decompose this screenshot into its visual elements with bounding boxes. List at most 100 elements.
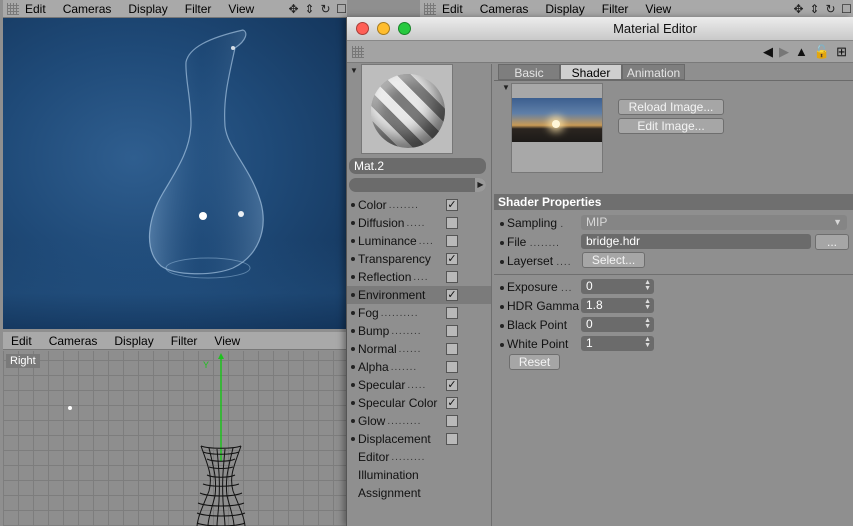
- channel-displacement[interactable]: Displacement: [347, 430, 491, 448]
- channel-luminance[interactable]: Luminance....: [347, 232, 491, 250]
- browse-button[interactable]: ...: [815, 234, 849, 250]
- tab-animation[interactable]: Animation: [622, 64, 685, 80]
- grip-icon[interactable]: [352, 46, 364, 58]
- channel-fog[interactable]: Fog..........: [347, 304, 491, 322]
- channel-glow[interactable]: Glow.........: [347, 412, 491, 430]
- channel-editor[interactable]: Editor.........: [347, 448, 491, 466]
- channel-checkbox[interactable]: ✓: [446, 379, 458, 391]
- channel-checkbox[interactable]: [446, 433, 458, 445]
- black-point-field[interactable]: 0 ▲ ▼: [581, 317, 654, 332]
- channel-environment[interactable]: Environment ✓: [347, 286, 491, 304]
- zoom-icon[interactable]: ⇕: [303, 2, 316, 16]
- channel-checkbox[interactable]: [446, 361, 458, 373]
- channel-label: Environment: [358, 288, 426, 302]
- menu-edit[interactable]: Edit: [11, 334, 32, 348]
- edit-image-button[interactable]: Edit Image...: [618, 118, 724, 134]
- channel-transparency[interactable]: Transparency ✓: [347, 250, 491, 268]
- forward-arrow-icon[interactable]: ▶: [779, 44, 789, 60]
- hdr-gamma-field[interactable]: 1.8 ▲ ▼: [581, 298, 654, 313]
- channel-illumination[interactable]: Illumination: [347, 466, 491, 484]
- channel-label: Displacement: [358, 432, 431, 446]
- channel-bump[interactable]: Bump........: [347, 322, 491, 340]
- material-preview[interactable]: [361, 64, 453, 154]
- material-scrollbar[interactable]: ▶: [349, 178, 486, 192]
- channel-checkbox[interactable]: [446, 271, 458, 283]
- menu-cameras[interactable]: Cameras: [480, 2, 529, 16]
- maximize-icon[interactable]: ☐: [335, 2, 348, 16]
- scroll-right-icon[interactable]: ▶: [475, 178, 486, 192]
- channel-checkbox[interactable]: ✓: [446, 397, 458, 409]
- channel-checkbox[interactable]: [446, 415, 458, 427]
- grip-icon[interactable]: [7, 2, 19, 15]
- channel-color[interactable]: Color........ ✓: [347, 196, 491, 214]
- menu-view[interactable]: View: [228, 2, 254, 16]
- hdr-image-thumbnail[interactable]: [511, 83, 603, 173]
- menu-view[interactable]: View: [214, 334, 240, 348]
- white-point-label: White Point: [507, 337, 569, 351]
- reload-image-button[interactable]: Reload Image...: [618, 99, 724, 115]
- channel-checkbox[interactable]: [446, 325, 458, 337]
- channel-checkbox[interactable]: ✓: [446, 199, 458, 211]
- menu-display[interactable]: Display: [114, 334, 153, 348]
- right-viewport[interactable]: Right Y: [3, 351, 347, 526]
- move-icon[interactable]: ✥: [287, 2, 300, 16]
- menu-cameras[interactable]: Cameras: [49, 334, 98, 348]
- exposure-label: Exposure: [507, 280, 558, 294]
- select-button[interactable]: Select...: [582, 252, 645, 268]
- reset-button[interactable]: Reset: [509, 354, 560, 370]
- bullet-icon: [500, 305, 504, 309]
- material-name-field[interactable]: Mat.2: [349, 158, 486, 174]
- menu-view[interactable]: View: [645, 2, 671, 16]
- tab-basic[interactable]: Basic: [498, 64, 560, 80]
- menu-display[interactable]: Display: [545, 2, 584, 16]
- rotate-icon[interactable]: ↻: [824, 2, 837, 16]
- channel-checkbox[interactable]: [446, 343, 458, 355]
- black-point-value: 0: [586, 317, 593, 331]
- menu-filter[interactable]: Filter: [185, 2, 212, 16]
- tab-shader[interactable]: Shader: [560, 64, 622, 80]
- channel-checkbox[interactable]: [446, 217, 458, 229]
- tab-bar: Basic Shader Animation: [498, 64, 685, 80]
- perspective-view-icons: ✥ ⇕ ↻ ☐: [287, 0, 348, 18]
- channel-alpha[interactable]: Alpha.......: [347, 358, 491, 376]
- preview-sphere: [371, 74, 445, 148]
- white-point-field[interactable]: 1 ▲ ▼: [581, 336, 654, 351]
- label-leader: ........: [529, 238, 560, 249]
- stepper-icon[interactable]: ▲ ▼: [644, 279, 651, 292]
- menu-display[interactable]: Display: [128, 2, 167, 16]
- channel-checkbox[interactable]: [446, 235, 458, 247]
- stepper-icon[interactable]: ▲ ▼: [644, 317, 651, 330]
- menu-edit[interactable]: Edit: [25, 2, 46, 16]
- sampling-select[interactable]: MIP ▼: [581, 215, 847, 230]
- channel-diffusion[interactable]: Diffusion.....: [347, 214, 491, 232]
- exposure-field[interactable]: 0 ▲ ▼: [581, 279, 654, 294]
- move-icon[interactable]: ✥: [792, 2, 805, 16]
- channel-checkbox[interactable]: ✓: [446, 253, 458, 265]
- menu-edit[interactable]: Edit: [442, 2, 463, 16]
- stepper-icon[interactable]: ▲ ▼: [644, 298, 651, 311]
- channel-checkbox[interactable]: ✓: [446, 289, 458, 301]
- channel-specular-color[interactable]: Specular Color ✓: [347, 394, 491, 412]
- collapse-arrow-icon[interactable]: ▼: [350, 66, 358, 75]
- lock-icon[interactable]: 🔓: [814, 44, 830, 60]
- file-path-field[interactable]: bridge.hdr: [581, 234, 811, 249]
- menu-filter[interactable]: Filter: [602, 2, 629, 16]
- channel-normal[interactable]: Normal......: [347, 340, 491, 358]
- back-arrow-icon[interactable]: ◀: [763, 44, 773, 60]
- zoom-icon[interactable]: ⇕: [808, 2, 821, 16]
- channel-specular[interactable]: Specular..... ✓: [347, 376, 491, 394]
- grip-icon[interactable]: [424, 2, 436, 15]
- channel-reflection[interactable]: Reflection....: [347, 268, 491, 286]
- rotate-icon[interactable]: ↻: [319, 2, 332, 16]
- menu-cameras[interactable]: Cameras: [63, 2, 112, 16]
- maximize-icon[interactable]: ☐: [840, 2, 853, 16]
- menu-filter[interactable]: Filter: [171, 334, 198, 348]
- new-window-icon[interactable]: ⊞: [836, 44, 847, 60]
- up-arrow-icon[interactable]: ▲: [795, 44, 808, 60]
- channel-assignment[interactable]: Assignment: [347, 484, 491, 502]
- stepper-icon[interactable]: ▲ ▼: [644, 336, 651, 349]
- perspective-viewport[interactable]: [3, 18, 347, 329]
- window-titlebar[interactable]: Material Editor: [347, 17, 853, 41]
- channel-checkbox[interactable]: [446, 307, 458, 319]
- collapse-arrow-icon[interactable]: ▼: [502, 83, 510, 92]
